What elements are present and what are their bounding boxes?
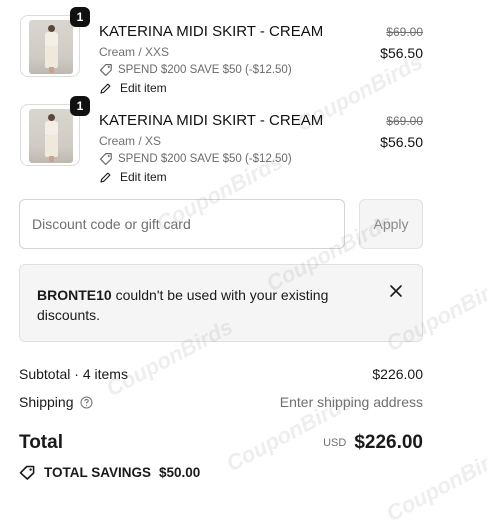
currency-code: USD bbox=[323, 437, 347, 449]
subtotal-value: $226.00 bbox=[372, 366, 423, 382]
total-amount: USD $226.00 bbox=[323, 432, 423, 454]
product-thumbnail: 1 bbox=[20, 7, 90, 77]
total-label: Total bbox=[19, 432, 63, 453]
edit-item-label: Edit item bbox=[120, 81, 167, 95]
product-image bbox=[29, 20, 73, 74]
product-title: KATERINA MIDI SKIRT - CREAM bbox=[99, 23, 324, 40]
alert-code: BRONTE10 bbox=[37, 287, 112, 303]
shipping-label-group: Shipping bbox=[19, 394, 93, 410]
subtotal-label: Subtotal · 4 items bbox=[19, 366, 128, 382]
discount-error-alert: BRONTE10 couldn't be used with your exis… bbox=[19, 264, 423, 342]
total-value: $226.00 bbox=[354, 432, 423, 453]
item-discount: SPEND $200 SAVE $50 (-$12.50) bbox=[99, 152, 292, 166]
pencil-icon bbox=[100, 172, 111, 183]
discount-form: Apply bbox=[19, 199, 423, 249]
shipping-value: Enter shipping address bbox=[279, 394, 423, 410]
edit-item-link[interactable]: Edit item bbox=[99, 81, 167, 95]
original-price: $69.00 bbox=[386, 25, 423, 39]
item-discount-label: SPEND $200 SAVE $50 (-$12.50) bbox=[118, 153, 292, 165]
shipping-label: Shipping bbox=[19, 394, 74, 410]
savings-value: $50.00 bbox=[159, 465, 201, 480]
tag-icon bbox=[99, 153, 112, 165]
discount-code-input[interactable] bbox=[19, 199, 345, 249]
cart-line-item: 1 KATERINA MIDI SKIRT - CREAM Cream / XS… bbox=[19, 96, 423, 184]
item-discount: SPEND $200 SAVE $50 (-$12.50) bbox=[99, 63, 292, 77]
product-variant: Cream / XXS bbox=[99, 45, 170, 59]
cart-line-item: 1 KATERINA MIDI SKIRT - CREAM Cream / XX… bbox=[19, 7, 423, 95]
savings-label: TOTAL SAVINGS bbox=[44, 465, 152, 480]
edit-item-label: Edit item bbox=[120, 170, 167, 184]
tag-icon bbox=[19, 465, 35, 480]
item-discount-label: SPEND $200 SAVE $50 (-$12.50) bbox=[118, 64, 292, 76]
close-icon[interactable] bbox=[388, 283, 404, 299]
subtotal-row: Subtotal · 4 items $226.00 bbox=[19, 366, 423, 384]
shipping-row: Shipping Enter shipping address bbox=[19, 394, 423, 412]
help-circle-icon[interactable] bbox=[80, 396, 93, 409]
product-title: KATERINA MIDI SKIRT - CREAM bbox=[99, 112, 324, 129]
total-savings: TOTAL SAVINGS $50.00 bbox=[19, 465, 200, 480]
quantity-badge: 1 bbox=[70, 96, 90, 116]
pencil-icon bbox=[100, 83, 111, 94]
product-image bbox=[29, 109, 73, 163]
product-thumbnail: 1 bbox=[20, 96, 90, 166]
original-price: $69.00 bbox=[386, 114, 423, 128]
product-variant: Cream / XS bbox=[99, 134, 162, 148]
apply-button[interactable]: Apply bbox=[359, 199, 423, 249]
discounted-price: $56.50 bbox=[380, 45, 423, 61]
edit-item-link[interactable]: Edit item bbox=[99, 170, 167, 184]
alert-message: BRONTE10 couldn't be used with your exis… bbox=[37, 285, 357, 325]
tag-icon bbox=[99, 63, 112, 76]
total-row: Total USD $226.00 bbox=[19, 432, 423, 456]
discounted-price: $56.50 bbox=[380, 134, 423, 150]
quantity-badge: 1 bbox=[70, 7, 90, 27]
